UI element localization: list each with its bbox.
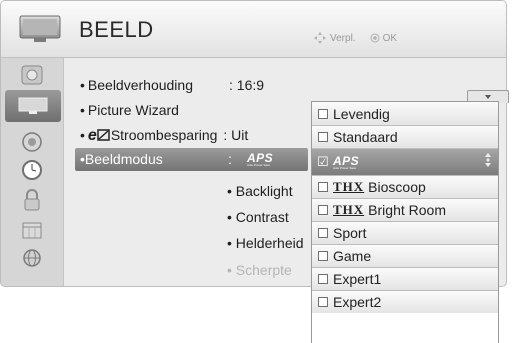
sidebar-item-options[interactable] [13, 218, 51, 242]
bullet: • [80, 102, 85, 118]
menu-item-stroombesparing[interactable]: • e Stroombesparing : Uit [80, 127, 248, 145]
menu-item-separator: : [228, 151, 232, 167]
sidebar-item-audio[interactable] [13, 130, 51, 154]
menu-header: BEELD Verpl. OK [1, 1, 506, 58]
sub-item-backlight[interactable]: • Backlight [227, 183, 293, 199]
checkbox [318, 251, 328, 261]
checkbox [318, 205, 328, 215]
calendar-icon [22, 222, 42, 239]
eco-logo: e [87, 127, 97, 144]
tv-icon [19, 15, 61, 42]
sidebar-item-time[interactable] [13, 158, 51, 182]
nav-arrows-icon [314, 32, 326, 44]
scroll-arrows-icon[interactable] [484, 152, 492, 168]
page-title: BEELD [79, 17, 154, 42]
aps-logo: APS Auto Power Save [333, 153, 360, 170]
hint-area: Verpl. OK [313, 31, 397, 45]
clock-icon [22, 160, 42, 180]
dropdown-option-standaard[interactable]: Standaard [312, 125, 498, 148]
checkbox [318, 274, 328, 284]
checkbox [318, 182, 328, 192]
dropdown-option-thx-bioscoop[interactable]: THX Bioscoop [312, 175, 498, 198]
menu-item-beeldverhouding[interactable]: • Beeldverhouding : 16:9 [80, 77, 264, 93]
menu-item-label: Picture Wizard [87, 102, 179, 118]
picture-icon [21, 65, 43, 85]
menu-item-picture-wizard[interactable]: • Picture Wizard [80, 102, 179, 118]
bullet: • [80, 77, 85, 93]
hint-nav-label: Verpl. [330, 32, 356, 44]
picture-mode-dropdown: Levendig Standaard ☑ APS Auto Power Save… [311, 101, 499, 343]
sidebar-item-lock[interactable] [13, 188, 51, 212]
checkbox [318, 297, 328, 307]
checkbox [318, 108, 328, 119]
dropdown-option-expert1[interactable]: Expert1 [312, 267, 498, 290]
menu-item-beeldmodus[interactable]: •Beeldmodus : APS Auto Power Save [75, 148, 308, 171]
lock-icon [24, 189, 40, 211]
checkbox [318, 228, 328, 238]
aps-logo: APS Auto Power Save [247, 151, 274, 167]
menu-item-value: : 16:9 [229, 77, 265, 93]
thx-logo: THX [333, 179, 365, 194]
menu-item-label: Beeldverhouding [87, 77, 193, 93]
dropdown-option-expert2[interactable]: Expert2 [312, 290, 498, 313]
sub-item-contrast[interactable]: • Contrast [227, 209, 289, 225]
dropdown-option-levendig[interactable]: Levendig [312, 102, 498, 125]
dropdown-option-sport[interactable]: Sport [312, 221, 498, 244]
sidebar-item-picture[interactable] [13, 63, 51, 87]
checkbox [318, 132, 328, 142]
speaker-icon [22, 132, 42, 152]
sub-item-scherpte[interactable]: • Scherpte [227, 262, 292, 278]
menu-item-value: : Uit [223, 127, 249, 143]
checkmark-icon: ☑ [317, 154, 329, 169]
globe-icon [23, 249, 41, 267]
dropdown-option-game[interactable]: Game [312, 244, 498, 267]
eco-leaf-icon [97, 129, 110, 141]
sidebar-item-network[interactable] [13, 246, 51, 270]
sidebar-item-picture-settings[interactable] [5, 90, 61, 122]
dropdown-option-aps[interactable]: ☑ APS Auto Power Save [312, 148, 498, 175]
menu-item-label: Stroombesparing [110, 127, 218, 143]
thx-logo: THX [333, 202, 365, 217]
sub-item-helderheid[interactable]: • Helderheid [227, 235, 304, 251]
sidebar [1, 58, 64, 286]
hint-ok-label: OK [382, 32, 398, 44]
tv-screen-icon [18, 97, 48, 114]
ok-button-icon [370, 33, 380, 43]
dropdown-option-thx-bright-room[interactable]: THX Bright Room [312, 198, 498, 221]
bullet: • [80, 127, 85, 143]
menu-item-label: •Beeldmodus [80, 151, 163, 167]
